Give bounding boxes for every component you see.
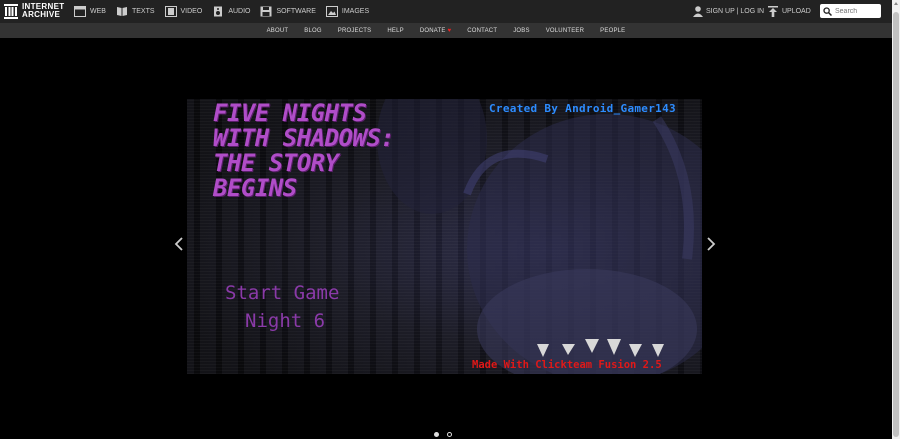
- secondary-nav: ABOUT BLOG PROJECTS HELP DONATE ♥ CONTAC…: [0, 23, 892, 38]
- subnav-donate-label: DONATE: [419, 27, 446, 34]
- speaker-icon: [214, 6, 223, 17]
- creator-credit: Created By Android_Gamer143: [489, 102, 676, 115]
- night-6-option[interactable]: Night 6: [245, 310, 325, 332]
- subnav-about[interactable]: ABOUT: [267, 28, 289, 34]
- carousel-prev-arrow-icon[interactable]: [174, 237, 184, 251]
- nav-texts-label: TEXTS: [131, 8, 155, 15]
- game-title: FIVE NIGHTS WITH SHADOWS: THE STORY BEGI…: [213, 99, 395, 202]
- start-game-option[interactable]: Start Game: [225, 282, 339, 304]
- subnav-help[interactable]: HELP: [387, 28, 403, 34]
- top-navigation-bar: INTERNET ARCHIVE WEB TEXTS VIDEO AUDIO S…: [0, 0, 892, 23]
- carousel-next-arrow-icon[interactable]: [706, 237, 716, 251]
- heart-icon: ♥: [447, 27, 452, 34]
- nav-images-label: IMAGES: [341, 8, 370, 15]
- nav-software[interactable]: SOFTWARE: [260, 6, 316, 17]
- nav-texts[interactable]: TEXTS: [116, 6, 155, 17]
- nav-audio-label: AUDIO: [228, 8, 251, 15]
- floppy-icon: [260, 6, 272, 17]
- upload-label: UPLOAD: [782, 8, 811, 15]
- subnav-projects[interactable]: PROJECTS: [338, 28, 372, 34]
- internet-archive-logo[interactable]: INTERNET ARCHIVE: [4, 3, 64, 19]
- carousel-dot-2[interactable]: [447, 432, 452, 437]
- signup-login-label: SIGN UP | LOG IN: [706, 8, 765, 15]
- logo-line-2: ARCHIVE: [22, 10, 61, 19]
- nav-video-label: VIDEO: [180, 8, 203, 15]
- web-icon: [74, 6, 86, 17]
- subnav-blog[interactable]: BLOG: [304, 28, 321, 34]
- logo-wordmark: INTERNET ARCHIVE: [22, 3, 64, 19]
- scroll-thumb[interactable]: [893, 12, 899, 437]
- game-screenshot: FIVE NIGHTS WITH SHADOWS: THE STORY BEGI…: [187, 99, 702, 374]
- user-icon: [693, 6, 703, 17]
- subnav-jobs[interactable]: JOBS: [513, 28, 529, 34]
- film-icon: [164, 6, 177, 17]
- nav-web-label: WEB: [90, 8, 106, 15]
- page-scrollbar[interactable]: [892, 0, 900, 439]
- search-box: [820, 4, 881, 18]
- search-input[interactable]: [832, 5, 879, 17]
- subnav-contact[interactable]: CONTACT: [467, 28, 497, 34]
- subnav-people[interactable]: PEOPLE: [600, 28, 625, 34]
- upload-link[interactable]: UPLOAD: [768, 0, 811, 23]
- subnav-volunteer[interactable]: VOLUNTEER: [546, 28, 584, 34]
- media-type-nav: WEB TEXTS VIDEO AUDIO SOFTWARE IMAGES: [74, 0, 379, 23]
- nav-video[interactable]: VIDEO: [164, 6, 203, 17]
- archive-temple-icon: [4, 3, 18, 19]
- search-icon[interactable]: [823, 6, 832, 16]
- scroll-up-arrow-icon[interactable]: [894, 2, 898, 5]
- carousel-dot-1[interactable]: [434, 432, 439, 437]
- engine-credit: Made With Clickteam Fusion 2.5: [472, 359, 662, 371]
- nav-web[interactable]: WEB: [74, 6, 106, 17]
- image-icon: [325, 6, 338, 17]
- upload-icon: [768, 6, 778, 17]
- nav-audio[interactable]: AUDIO: [212, 6, 250, 17]
- carousel-indicators: [434, 432, 460, 437]
- nav-images[interactable]: IMAGES: [325, 6, 370, 17]
- nav-software-label: SOFTWARE: [276, 8, 316, 15]
- subnav-donate[interactable]: DONATE ♥: [420, 28, 451, 34]
- signup-login-link[interactable]: SIGN UP | LOG IN: [693, 0, 764, 23]
- book-icon: [116, 7, 127, 16]
